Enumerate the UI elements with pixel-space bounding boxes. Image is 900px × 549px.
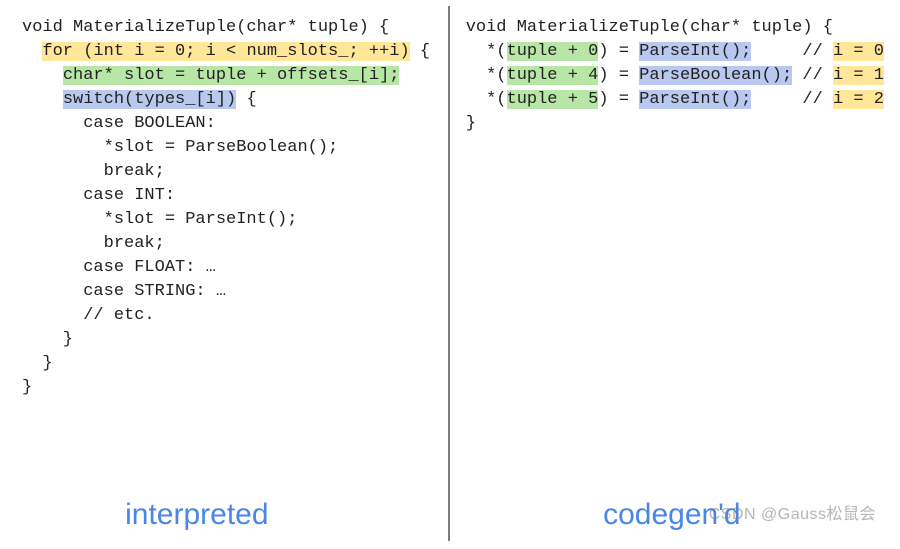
code-line: *slot = ParseInt(); <box>22 208 438 232</box>
code-segment: *slot = ParseBoolean(); <box>22 138 338 157</box>
code-line: case FLOAT: … <box>22 256 438 280</box>
code-segment: *( <box>466 66 507 85</box>
code-segment: i = 0 <box>833 42 884 61</box>
code-line: *slot = ParseBoolean(); <box>22 136 438 160</box>
code-segment: void MaterializeTuple(char* tuple) { <box>466 18 833 37</box>
code-segment: { <box>236 90 256 109</box>
code-segment: } <box>22 354 53 373</box>
code-segment: tuple + 0 <box>507 42 599 61</box>
code-line: // etc. <box>22 304 438 328</box>
code-line: *(tuple + 0) = ParseInt(); // i = 0 <box>466 40 884 64</box>
code-segment: *( <box>466 90 507 109</box>
code-segment <box>22 66 63 85</box>
code-segment: break; <box>22 162 165 181</box>
code-segment: case STRING: … <box>22 282 226 301</box>
code-segment: tuple + 4 <box>507 66 599 85</box>
code-line: } <box>22 328 438 352</box>
code-segment: case BOOLEAN: <box>22 114 216 133</box>
code-segment: tuple + 5 <box>507 90 599 109</box>
code-line: case INT: <box>22 184 438 208</box>
vertical-divider <box>448 6 450 541</box>
code-segment: ) = <box>598 42 639 61</box>
code-line: void MaterializeTuple(char* tuple) { <box>22 16 438 40</box>
code-line: switch(types_[i]) { <box>22 88 438 112</box>
code-segment: ) = <box>598 66 639 85</box>
code-segment: // <box>751 42 833 61</box>
code-segment: break; <box>22 234 165 253</box>
code-segment: } <box>466 114 476 133</box>
comparison-container: void MaterializeTuple(char* tuple) { for… <box>0 0 900 549</box>
code-line: void MaterializeTuple(char* tuple) { <box>466 16 884 40</box>
code-line: *(tuple + 4) = ParseBoolean(); // i = 1 <box>466 64 884 88</box>
code-segment: case INT: <box>22 186 175 205</box>
code-segment: ) = <box>598 90 639 109</box>
code-line: } <box>466 112 884 136</box>
left-pane: void MaterializeTuple(char* tuple) { for… <box>10 6 444 541</box>
code-segment: ParseBoolean(); <box>639 66 792 85</box>
code-line: } <box>22 352 438 376</box>
code-line: case STRING: … <box>22 280 438 304</box>
code-segment: // <box>751 90 833 109</box>
code-segment: *( <box>466 42 507 61</box>
code-line: case BOOLEAN: <box>22 112 438 136</box>
code-segment <box>22 42 42 61</box>
code-segment: { <box>410 42 430 61</box>
code-segment: i = 2 <box>833 90 884 109</box>
code-line: for (int i = 0; i < num_slots_; ++i) { <box>22 40 438 64</box>
code-segment: char* slot = tuple + offsets_[i]; <box>63 66 400 85</box>
code-segment: case FLOAT: … <box>22 258 216 277</box>
right-code-block: void MaterializeTuple(char* tuple) { *(t… <box>454 6 890 503</box>
code-segment: switch(types_[i]) <box>63 90 236 109</box>
code-segment: ParseInt(); <box>639 90 751 109</box>
code-segment: // <box>792 66 833 85</box>
code-line: break; <box>22 160 438 184</box>
left-code-block: void MaterializeTuple(char* tuple) { for… <box>10 6 444 503</box>
left-caption: interpreted <box>10 503 444 541</box>
code-segment: for (int i = 0; i < num_slots_; ++i) <box>42 42 409 61</box>
code-segment: i = 1 <box>833 66 884 85</box>
code-segment: *slot = ParseInt(); <box>22 210 297 229</box>
right-caption: codegen'd <box>454 503 890 541</box>
code-segment: ParseInt(); <box>639 42 751 61</box>
code-line: *(tuple + 5) = ParseInt(); // i = 2 <box>466 88 884 112</box>
code-segment <box>22 90 63 109</box>
code-segment: void MaterializeTuple(char* tuple) { <box>22 18 389 37</box>
code-line: break; <box>22 232 438 256</box>
code-segment: // etc. <box>22 306 155 325</box>
code-line: char* slot = tuple + offsets_[i]; <box>22 64 438 88</box>
code-segment: } <box>22 330 73 349</box>
code-line: } <box>22 376 438 400</box>
right-pane: void MaterializeTuple(char* tuple) { *(t… <box>454 6 890 541</box>
code-segment: } <box>22 378 32 397</box>
